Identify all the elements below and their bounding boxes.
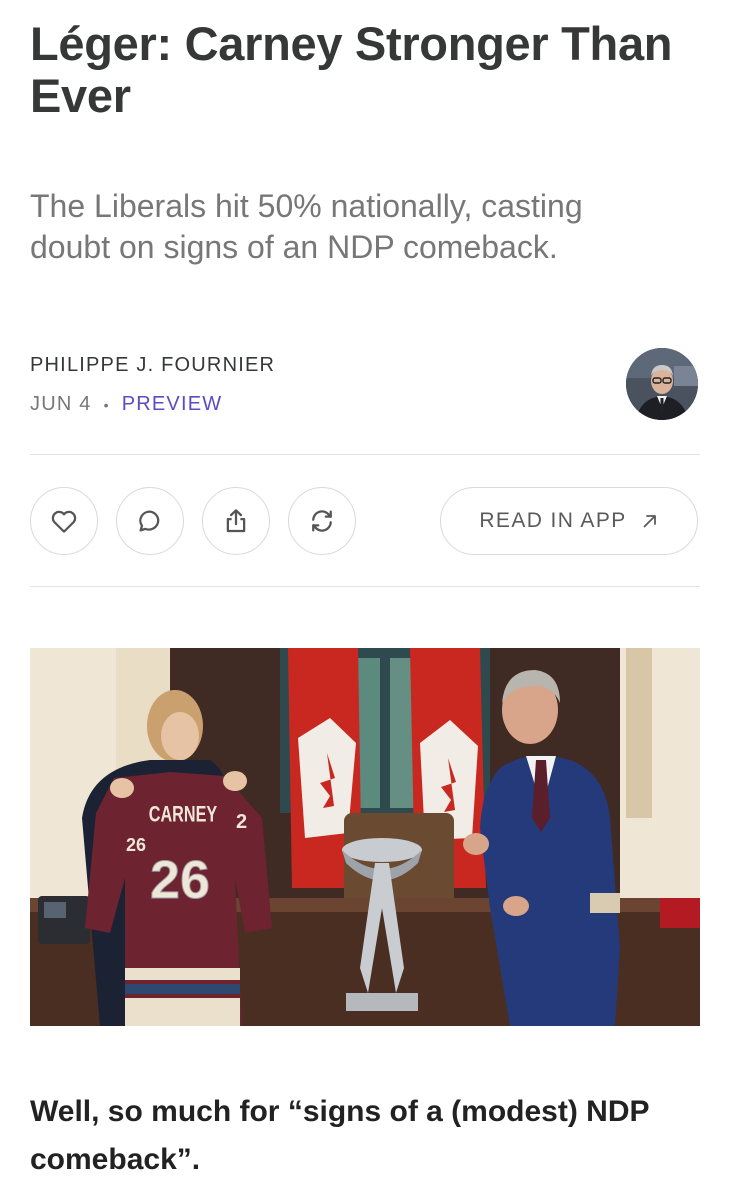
- meta-separator: •: [103, 396, 110, 413]
- share-icon: [226, 509, 246, 533]
- article-photo: CARNEY 26 26 2: [30, 648, 700, 1026]
- article-page: Léger: Carney Stronger Than Ever The Lib…: [0, 0, 730, 1200]
- jersey-number: 26: [150, 850, 210, 910]
- like-button[interactable]: [30, 487, 98, 555]
- actions-divider: [30, 586, 700, 587]
- jersey-name: CARNEY: [149, 802, 217, 827]
- restack-button[interactable]: [288, 487, 356, 555]
- jersey-sleeve-number-right: 2: [236, 811, 247, 833]
- preview-badge: PREVIEW: [121, 393, 223, 415]
- post-meta: JUN 4 • PREVIEW: [30, 393, 222, 416]
- post-date: JUN 4: [30, 393, 92, 415]
- heart-icon: [51, 510, 77, 533]
- jersey-sleeve-number: 26: [126, 835, 146, 855]
- header-divider: [30, 454, 700, 455]
- share-button[interactable]: [202, 487, 270, 555]
- article-title: Léger: Carney Stronger Than Ever: [30, 17, 673, 122]
- read-in-app-label: READ IN APP: [479, 509, 627, 532]
- comment-button[interactable]: [116, 487, 184, 555]
- article-subtitle: The Liberals hit 50% nationally, casting…: [30, 188, 583, 265]
- comment-icon: [139, 510, 160, 532]
- article-lede: Well, so much for “signs of a (modest) N…: [30, 1095, 649, 1176]
- author-name[interactable]: PHILIPPE J. FOURNIER: [30, 354, 275, 377]
- restack-icon: [312, 510, 332, 532]
- read-in-app-button[interactable]: READ IN APP: [440, 487, 698, 555]
- arrow-up-right-icon: [643, 515, 656, 528]
- author-avatar[interactable]: [626, 348, 698, 420]
